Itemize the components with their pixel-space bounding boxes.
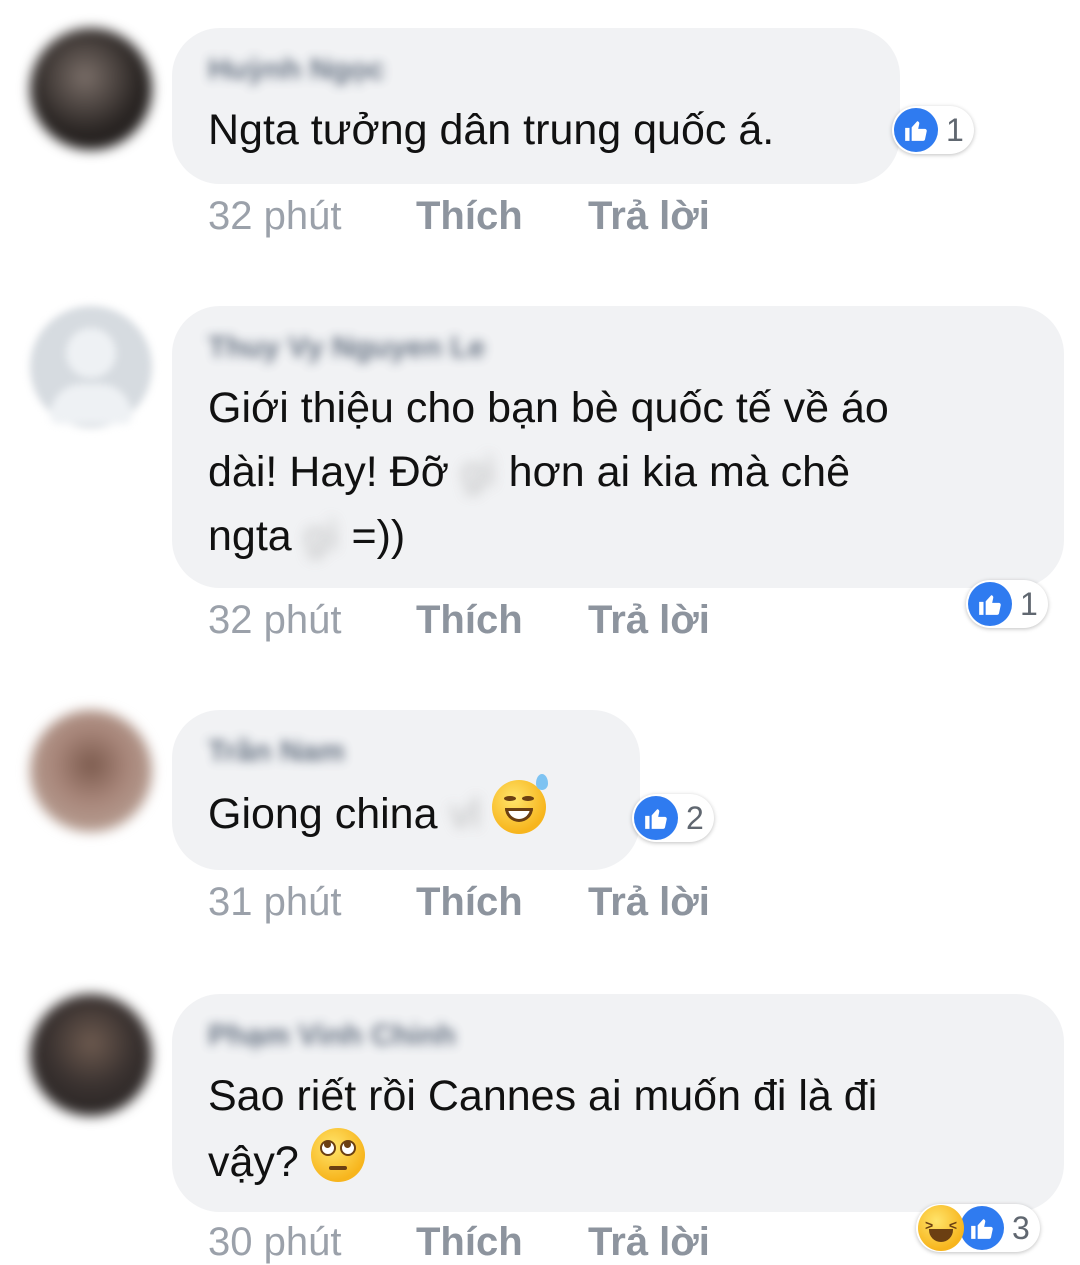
reaction-count: 3 (1012, 1209, 1030, 1246)
avatar-placeholder[interactable] (30, 306, 152, 428)
comment-text: Ngta tưởng dân trung quốc á. (208, 106, 775, 154)
comment-bubble: Trần Nam Giong china vl (172, 710, 640, 870)
author-name[interactable]: Thuy Vy Nguyen Le (208, 328, 485, 368)
timestamp[interactable]: 32 phút (208, 194, 341, 239)
comment-fragment: dài! Hay! Đỡ (208, 448, 449, 496)
comment-text: Sao riết rồi Cannes ai muốn đi là đi vậy… (208, 1064, 1028, 1194)
reaction-summary[interactable]: > < 3 (916, 1204, 1040, 1252)
reply-button[interactable]: Trả lời (588, 1220, 710, 1265)
avatar[interactable] (30, 28, 152, 150)
like-reaction-icon (634, 796, 678, 840)
comment-line: vậy? (208, 1128, 1028, 1194)
author-name[interactable]: Phạm Vinh Chinh (208, 1016, 456, 1056)
reaction-count: 1 (1020, 585, 1038, 622)
avatar[interactable] (30, 994, 152, 1116)
comment-line: Sao riết rồi Cannes ai muốn đi là đi (208, 1072, 878, 1120)
comment-bubble: Thuy Vy Nguyen Le Giới thiệu cho bạn bè … (172, 306, 1064, 588)
timestamp[interactable]: 31 phút (208, 880, 341, 925)
comment-fragment: hơn ai kia mà chê (508, 448, 850, 496)
like-reaction-icon (968, 582, 1012, 626)
comment-text: Giong china vl (208, 774, 604, 846)
comment-bubble: Huỳnh Ngọc Ngta tưởng dân trung quốc á. (172, 28, 900, 184)
comment-fragment: vậy? (208, 1138, 299, 1186)
reply-button[interactable]: Trả lời (588, 598, 710, 643)
reaction-summary[interactable]: 1 (892, 106, 974, 154)
comment-line: ngta gì =)) (208, 504, 1028, 568)
censored-word: vl (449, 790, 481, 838)
comment-text: Giới thiệu cho bạn bè quốc tế về áo dài!… (208, 376, 1028, 568)
censored-word: gì (460, 448, 497, 496)
like-button[interactable]: Thích (416, 194, 523, 239)
like-button[interactable]: Thích (416, 598, 523, 643)
comment-bubble: Phạm Vinh Chinh Sao riết rồi Cannes ai m… (172, 994, 1064, 1212)
reply-button[interactable]: Trả lời (588, 194, 710, 239)
comment-fragment: Giong china (208, 790, 438, 838)
comment-line: Giới thiệu cho bạn bè quốc tế về áo (208, 384, 889, 432)
avatar[interactable] (30, 710, 152, 832)
reaction-summary[interactable]: 1 (966, 580, 1048, 628)
reaction-summary[interactable]: 2 (632, 794, 714, 842)
like-reaction-icon (960, 1206, 1004, 1250)
haha-reaction-icon: > < (918, 1205, 964, 1251)
like-button[interactable]: Thích (416, 1220, 523, 1265)
author-name[interactable]: Huỳnh Ngọc (208, 50, 385, 90)
timestamp[interactable]: 32 phút (208, 598, 341, 643)
like-reaction-icon (894, 108, 938, 152)
reaction-count: 1 (946, 111, 964, 148)
eye-roll-emoji-icon (310, 1128, 365, 1182)
like-button[interactable]: Thích (416, 880, 523, 925)
comment-line: dài! Hay! Đỡ gì hơn ai kia mà chê (208, 440, 1028, 504)
comment-fragment: ngta (208, 512, 292, 560)
reaction-count: 2 (686, 799, 704, 836)
censored-word: gì (303, 512, 340, 560)
comment-fragment: =)) (351, 512, 406, 560)
sweat-smile-emoji-icon (492, 774, 549, 834)
reply-button[interactable]: Trả lời (588, 880, 710, 925)
timestamp[interactable]: 30 phút (208, 1220, 341, 1265)
author-name[interactable]: Trần Nam (208, 732, 345, 772)
